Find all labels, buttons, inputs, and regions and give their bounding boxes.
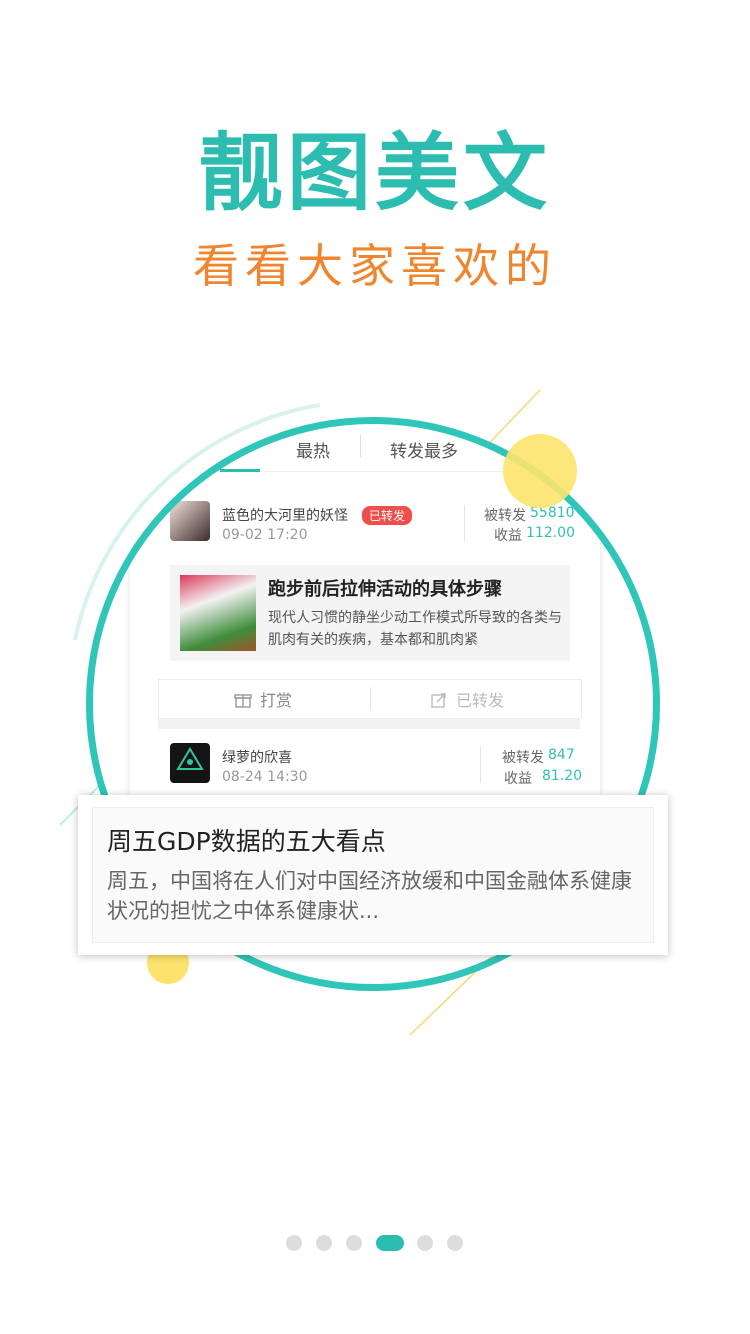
featured-article-inner: 周五GDP数据的五大看点 周五，中国将在人们对中国经济放缓和中国金融体系健康状况… <box>92 807 654 943</box>
avatar[interactable] <box>170 743 210 783</box>
featured-article-body: 周五，中国将在人们对中国经济放缓和中国金融体系健康状况的担忧之中体系健康状... <box>107 869 632 923</box>
gift-icon <box>234 694 252 708</box>
tab-most-shared[interactable]: 转发最多 <box>390 437 458 462</box>
shared-button[interactable]: 已转发 <box>430 687 504 711</box>
forward-label: 被转发 <box>502 750 544 766</box>
page-dot-5[interactable] <box>417 1235 433 1251</box>
article-excerpt: 现代人习惯的静坐少动工作模式所导致的各类与肌肉有关的疾病，基本都和肌肉紧 <box>268 610 562 648</box>
page-dot-6[interactable] <box>447 1235 463 1251</box>
avatar[interactable] <box>170 501 210 541</box>
page-dot-2[interactable] <box>316 1235 332 1251</box>
income-value: 112.00 <box>526 525 575 541</box>
post-time: 09-02 17:20 <box>222 527 308 543</box>
reward-label: 打赏 <box>260 691 293 710</box>
forward-label: 被转发 <box>484 508 526 524</box>
featured-article-card[interactable]: 周五GDP数据的五大看点 周五，中国将在人们对中国经济放缓和中国金融体系健康状况… <box>78 795 668 955</box>
income-label: 收益 <box>504 771 532 787</box>
page-dot-4-active[interactable] <box>376 1235 404 1251</box>
decor-yellow-dot <box>503 434 577 508</box>
reward-button[interactable]: 打赏 <box>234 687 292 711</box>
article-preview[interactable]: 跑步前后拉伸活动的具体步骤 现代人习惯的静坐少动工作模式所导致的各类与肌肉有关的… <box>170 565 570 661</box>
article-thumbnail <box>180 575 256 651</box>
divider <box>480 747 481 783</box>
triangle-logo-icon <box>176 747 204 770</box>
share-icon <box>431 693 446 708</box>
hero-subtitle: 看看大家喜欢的 <box>193 239 557 293</box>
hero-title: 靓图美文 <box>198 124 551 222</box>
tab-divider <box>360 435 361 457</box>
status-badge: 已转发 <box>362 506 413 525</box>
tab-hottest[interactable]: 最热 <box>296 437 330 462</box>
tab-indicator <box>220 469 260 472</box>
forward-count: 847 <box>548 747 575 763</box>
featured-article-title: 周五GDP数据的五大看点 <box>107 827 386 856</box>
separator <box>158 719 580 729</box>
post-author[interactable]: 绿萝的欣喜 <box>222 747 292 767</box>
post-author[interactable]: 蓝色的大河里的妖怪 <box>222 505 348 525</box>
income-label: 收益 <box>494 528 522 544</box>
divider <box>464 505 465 541</box>
income-value: 81.20 <box>542 768 583 784</box>
article-title: 跑步前后拉伸活动的具体步骤 <box>268 579 502 600</box>
post-time: 08-24 14:30 <box>222 769 308 785</box>
divider <box>370 687 371 709</box>
page-dot-3[interactable] <box>346 1235 362 1251</box>
page-dot-1[interactable] <box>286 1235 302 1251</box>
shared-label: 已转发 <box>456 691 505 710</box>
